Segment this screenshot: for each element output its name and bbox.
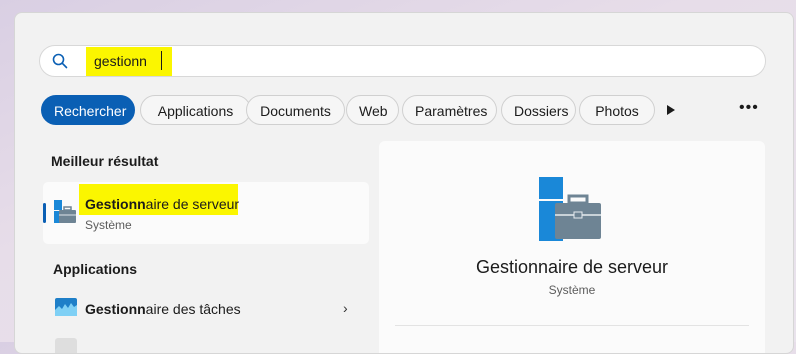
match-text: Gestionn — [85, 301, 146, 317]
search-box[interactable]: gestionn — [39, 45, 766, 77]
preview-title: Gestionnaire de serveur — [475, 257, 669, 277]
rest-text: aire de serveur — [145, 196, 240, 212]
selection-indicator — [43, 203, 46, 223]
best-match-result[interactable]: Gestionnaire de serveur Système — [43, 182, 369, 244]
text-caret — [161, 51, 162, 70]
filter-photos[interactable]: Photos — [579, 95, 655, 125]
rest-text: aire des tâches — [145, 301, 241, 317]
play-icon[interactable] — [667, 105, 675, 115]
result-name: Gestionnaire de serveur — [85, 196, 239, 212]
search-panel: gestionn Rechercher Applications Documen… — [14, 12, 794, 354]
search-input[interactable]: gestionn — [94, 53, 147, 69]
search-icon — [52, 53, 68, 69]
chevron-right-icon[interactable]: › — [343, 300, 348, 316]
server-manager-large-icon — [539, 177, 601, 241]
preview-pane: Gestionnaire de serveur Système — [379, 141, 765, 353]
filter-documents[interactable]: Documents — [246, 95, 345, 125]
next-app-icon — [55, 338, 77, 353]
result-subtitle: Système — [85, 218, 132, 232]
applications-heading: Applications — [53, 261, 138, 277]
app-name: Gestionnaire des tâches — [85, 301, 241, 317]
filter-dossiers[interactable]: Dossiers — [501, 95, 576, 125]
preview-divider — [395, 325, 749, 326]
best-match-heading: Meilleur résultat — [51, 153, 159, 169]
app-result-task-manager[interactable]: Gestionnaire des tâches › — [43, 293, 369, 325]
task-manager-icon — [55, 298, 77, 316]
match-text: Gestionn — [85, 196, 146, 212]
more-options-icon[interactable]: ••• — [739, 99, 759, 117]
server-manager-icon — [54, 200, 76, 223]
filter-web[interactable]: Web — [346, 95, 399, 125]
filter-rechercher[interactable]: Rechercher — [41, 95, 135, 125]
preview-subtitle: Système — [548, 283, 596, 297]
filter-applications[interactable]: Applications — [140, 95, 251, 125]
filter-parametres[interactable]: Paramètres — [402, 95, 497, 125]
